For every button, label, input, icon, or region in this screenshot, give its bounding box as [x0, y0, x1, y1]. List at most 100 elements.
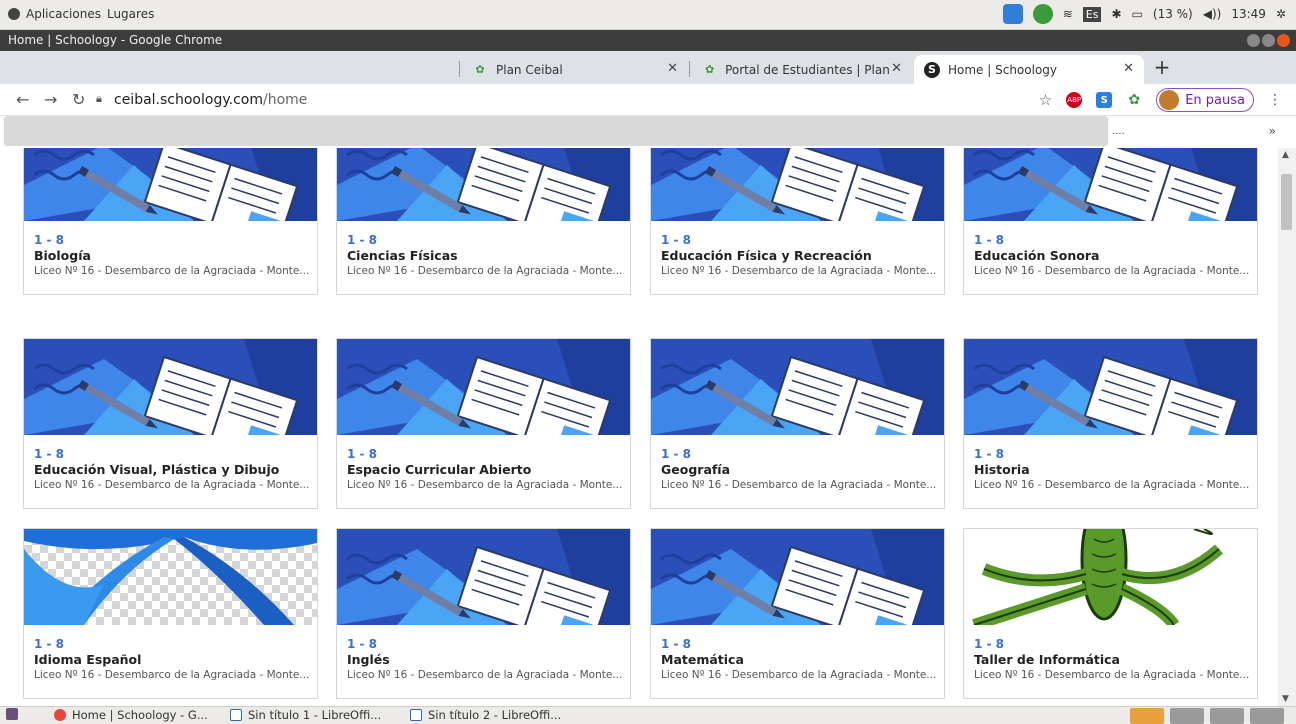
apps-menu-icon — [8, 8, 20, 20]
schoology-extension-icon[interactable]: S — [1096, 92, 1113, 108]
course-meta: 1 - 8 Geografía Liceo Nº 16 - Desembarco d… — [661, 447, 941, 491]
course-name[interactable]: Matemática — [661, 652, 941, 667]
scroll-up-icon[interactable]: ▲ — [1282, 150, 1289, 160]
close-tab-icon[interactable]: ✕ — [667, 61, 678, 76]
places-menu[interactable]: Lugares — [107, 7, 154, 21]
maximize-button[interactable] — [1262, 34, 1275, 47]
course-card[interactable]: 1 - 8 Ciencias Físicas Liceo Nº 16 - Desem… — [336, 148, 631, 295]
tab-schoology[interactable]: S Home | Schoology ✕ — [914, 55, 1144, 84]
taskbar-item-writer-1[interactable]: Sin título 1 - LibreOffi... — [230, 708, 381, 722]
course-name[interactable]: Educación Física y Recreación — [661, 248, 941, 263]
course-name[interactable]: Educación Sonora — [974, 248, 1254, 263]
course-card[interactable]: 1 - 8 Geografía Liceo Nº 16 - Desembarco d… — [650, 338, 945, 509]
power-icon[interactable]: ✲ — [1276, 7, 1286, 21]
course-section: 1 - 8 — [347, 447, 378, 461]
course-image — [651, 339, 944, 435]
lock-icon[interactable]: 🔒︎ — [96, 92, 108, 106]
course-name[interactable]: Idioma Español — [34, 652, 314, 667]
tab-label: Plan Ceibal — [496, 62, 563, 77]
course-name[interactable]: Biología — [34, 248, 314, 263]
writer-icon — [410, 709, 422, 721]
bookmarks-area[interactable] — [4, 116, 1108, 146]
courses-grid: 1 - 8 Biología Liceo Nº 16 - Desembarco de… — [0, 148, 1278, 706]
course-image-container[interactable] — [964, 339, 1257, 435]
course-image-container[interactable] — [24, 529, 317, 625]
tab-label: Home | Schoology — [948, 62, 1058, 77]
course-school: Liceo Nº 16 - Desembarco de la Agraciada… — [974, 479, 1250, 491]
taskbar-item-chrome[interactable]: Home | Schoology - G... — [54, 708, 208, 722]
course-card[interactable]: 1 - 8 Inglés Liceo Nº 16 - Desembarco de l… — [336, 528, 631, 699]
course-card[interactable]: 1 - 8 Espacio Curricular Abierto Liceo Nº … — [336, 338, 631, 509]
course-card[interactable]: 1 - 8 Educación Sonora Liceo Nº 16 - Desem… — [963, 148, 1258, 295]
course-card[interactable]: 1 - 8 Idioma Español Liceo Nº 16 - Desemba… — [23, 528, 318, 699]
adblock-icon[interactable]: ABP — [1066, 92, 1083, 108]
course-image-container[interactable] — [651, 148, 944, 221]
scrollbar-thumb[interactable] — [1281, 174, 1292, 230]
bookmarks-bar: .... » — [0, 116, 1296, 148]
address-input[interactable]: ceibal.schoology.com/home — [114, 92, 307, 108]
ceibal-icon[interactable] — [1032, 4, 1053, 24]
taskbar-item-writer-2[interactable]: Sin título 2 - LibreOffi... — [410, 708, 561, 722]
apps-menu[interactable]: Aplicaciones — [26, 7, 101, 21]
profile-button[interactable]: En pausa — [1156, 88, 1254, 112]
course-card[interactable]: 1 - 8 Educación Visual, Plástica y Dibujo… — [23, 338, 318, 509]
close-tab-icon[interactable]: ✕ — [1123, 61, 1134, 76]
window-title: Home | Schoology - Google Chrome — [8, 33, 223, 47]
ceibal-extension-icon[interactable]: ✿ — [1126, 92, 1142, 108]
course-image-container[interactable] — [964, 148, 1257, 221]
course-image-container[interactable] — [337, 529, 630, 625]
close-button[interactable] — [1277, 34, 1290, 47]
course-image-container[interactable] — [24, 339, 317, 435]
bookmark-star-icon[interactable]: ☆ — [1039, 91, 1052, 109]
scroll-down-icon[interactable]: ▼ — [1282, 694, 1289, 704]
clock[interactable]: 13:49 — [1231, 7, 1266, 21]
course-image-container[interactable] — [964, 529, 1257, 625]
course-card[interactable]: 1 - 8 Taller de Informática Liceo Nº 16 - … — [963, 528, 1258, 699]
volume-icon[interactable]: ◀)) — [1203, 7, 1222, 21]
course-card[interactable]: 1 - 8 Historia Liceo Nº 16 - Desembarco de… — [963, 338, 1258, 509]
workspace-icon — [1250, 708, 1284, 724]
workspace-switcher[interactable] — [1130, 708, 1284, 724]
course-image-container[interactable] — [24, 148, 317, 221]
back-icon[interactable]: ← — [16, 90, 29, 109]
course-name[interactable]: Espacio Curricular Abierto — [347, 462, 627, 477]
tab-plan-ceibal[interactable]: ✿ Plan Ceibal ✕ — [462, 55, 688, 84]
scrollbar[interactable]: ▲ ▼ — [1278, 148, 1296, 706]
course-image-container[interactable] — [337, 339, 630, 435]
course-card[interactable]: 1 - 8 Matemática Liceo Nº 16 - Desembarco … — [650, 528, 945, 699]
reload-icon[interactable]: ↻ — [72, 90, 85, 109]
workspace-icon — [1210, 708, 1244, 724]
forward-icon[interactable]: → — [44, 90, 57, 109]
new-tab-button[interactable]: + — [1148, 55, 1176, 81]
course-name[interactable]: Educación Visual, Plástica y Dibujo — [34, 462, 314, 477]
close-tab-icon[interactable]: ✕ — [891, 61, 902, 76]
course-image-container[interactable] — [337, 148, 630, 221]
window-title-bar: Home | Schoology - Google Chrome — [0, 30, 1296, 51]
show-desktop-button[interactable] — [6, 708, 18, 720]
course-name[interactable]: Taller de Informática — [974, 652, 1254, 667]
menu-icon[interactable]: ⋮ — [1268, 92, 1282, 108]
minimize-button[interactable] — [1247, 34, 1260, 47]
ceibal-favicon-icon: ✿ — [704, 63, 715, 76]
screen-icon[interactable] — [1002, 4, 1023, 24]
course-name[interactable]: Ciencias Físicas — [347, 248, 627, 263]
wifi-icon[interactable]: ≋ — [1063, 7, 1073, 21]
course-image-container[interactable] — [651, 529, 944, 625]
course-name[interactable]: Historia — [974, 462, 1254, 477]
course-name[interactable]: Geografía — [661, 462, 941, 477]
course-image — [964, 148, 1257, 221]
chrome-workspace-icon — [1130, 708, 1164, 724]
keyboard-layout[interactable]: Es — [1082, 6, 1102, 22]
bookmarks-more-button[interactable]: » — [1269, 124, 1276, 138]
url-host: ceibal.schoology.com — [114, 92, 263, 108]
battery-icon[interactable]: ▭ — [1132, 7, 1143, 21]
course-name[interactable]: Inglés — [347, 652, 627, 667]
course-image — [24, 529, 317, 625]
tab-portal-estudiantes[interactable]: ✿ Portal de Estudiantes | Plan C ✕ — [692, 55, 912, 84]
course-meta: 1 - 8 Taller de Informática Liceo Nº 16 - … — [974, 637, 1254, 681]
bookmarks-overflow[interactable]: .... — [1112, 126, 1125, 137]
bluetooth-icon[interactable]: ✱ — [1111, 7, 1121, 21]
course-image-container[interactable] — [651, 339, 944, 435]
course-card[interactable]: 1 - 8 Educación Física y Recreación Liceo … — [650, 148, 945, 295]
course-card[interactable]: 1 - 8 Biología Liceo Nº 16 - Desembarco de… — [23, 148, 318, 295]
